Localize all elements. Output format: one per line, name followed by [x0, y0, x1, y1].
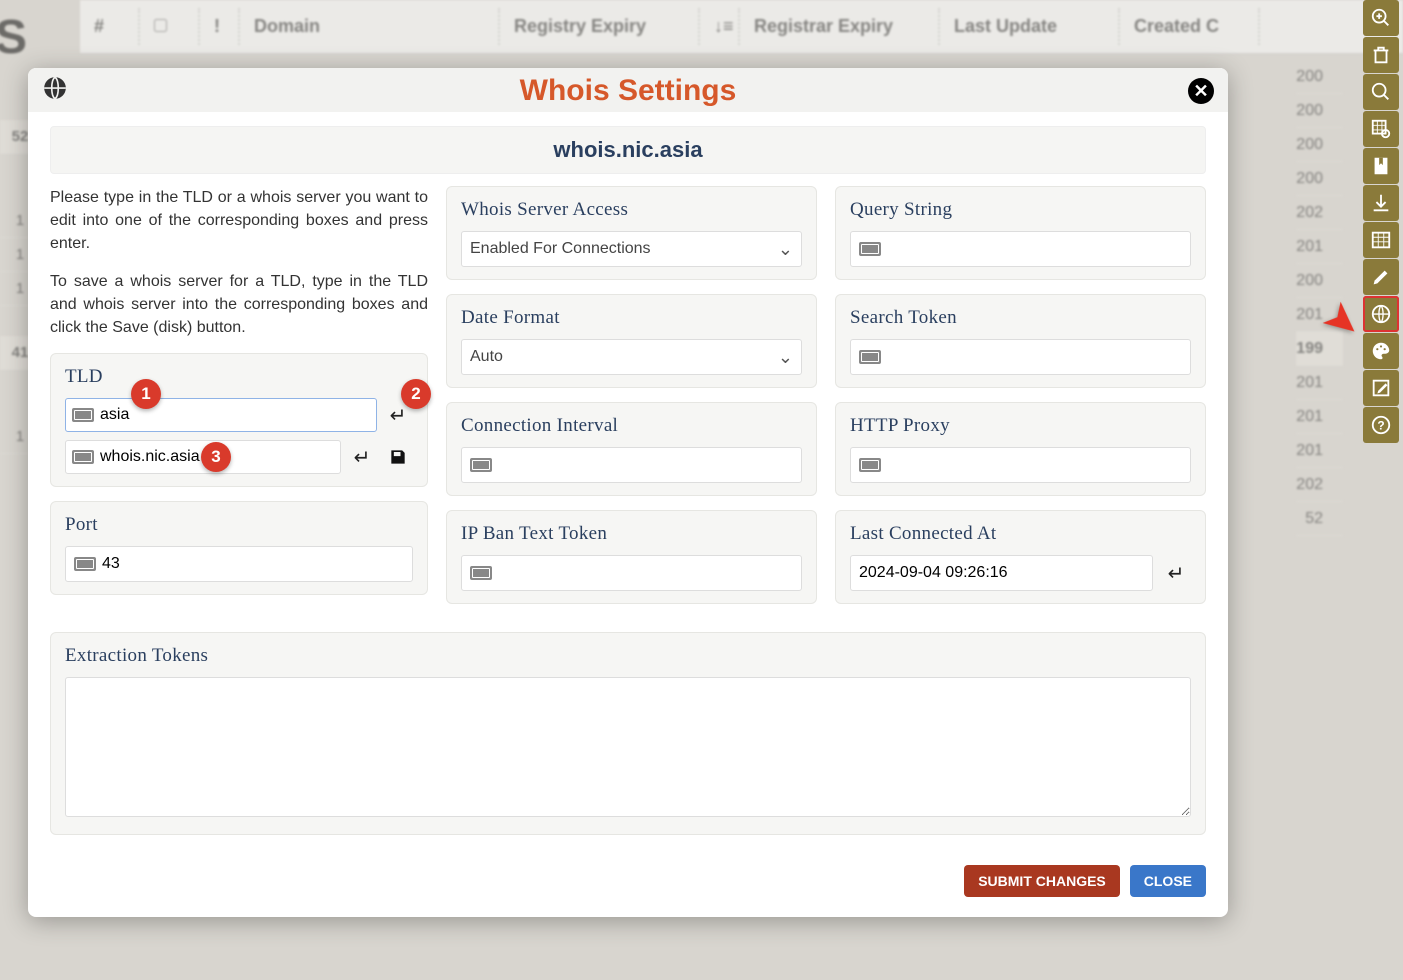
col-last-update: Last Update — [940, 8, 1120, 45]
chevron-down-icon: ⌄ — [778, 239, 793, 260]
date-format-select[interactable]: Auto ⌄ — [461, 339, 802, 375]
table-row: 201 — [1296, 230, 1343, 264]
background-table: S # ! Domain Registry Expiry ↓≡ Registra… — [0, 0, 1403, 54]
query-string-label: Query String — [850, 199, 1191, 221]
help-icon[interactable]: ? — [1363, 407, 1399, 443]
connection-interval-input[interactable] — [498, 456, 793, 474]
port-input[interactable] — [102, 555, 404, 573]
http-proxy-input-wrap[interactable] — [850, 447, 1191, 483]
modal-title: Whois Settings — [68, 74, 1188, 108]
col-bang: ! — [200, 8, 240, 45]
whois-access-select[interactable]: Enabled For Connections ⌄ — [461, 231, 802, 267]
tld-label: TLD — [65, 366, 413, 388]
table-row: 200 — [1296, 264, 1343, 298]
ip-ban-token-input-wrap[interactable] — [461, 555, 802, 591]
right-toolbar: ? — [1363, 0, 1403, 444]
trash-icon[interactable] — [1363, 37, 1399, 73]
col-created: Created C — [1120, 8, 1260, 45]
last-connected-input-wrap[interactable] — [850, 555, 1153, 591]
query-string-input-wrap[interactable] — [850, 231, 1191, 267]
search-icon[interactable] — [1363, 74, 1399, 110]
keyboard-icon — [859, 350, 881, 364]
modal-globe-icon — [42, 75, 68, 108]
table-row: 201 — [1296, 366, 1343, 400]
table-row: 201 — [1296, 400, 1343, 434]
col-num: # — [80, 8, 140, 45]
pencil-icon[interactable] — [1363, 259, 1399, 295]
last-connected-enter-button[interactable]: ↵ — [1161, 558, 1191, 588]
col-checkbox — [140, 8, 200, 45]
chevron-down-icon: ⌄ — [778, 347, 793, 368]
grid-search-icon[interactable] — [1363, 111, 1399, 147]
col-registrar-expiry: Registrar Expiry — [740, 8, 940, 45]
keyboard-icon — [74, 557, 96, 571]
col-registry-expiry: Registry Expiry — [500, 8, 700, 45]
download-icon[interactable] — [1363, 185, 1399, 221]
app-logo: S — [0, 10, 27, 65]
connection-interval-input-wrap[interactable] — [461, 447, 802, 483]
query-string-input[interactable] — [887, 240, 1182, 258]
close-button[interactable]: CLOSE — [1130, 865, 1206, 897]
table-row: 202 — [1296, 468, 1343, 502]
tld-input-wrap[interactable] — [65, 398, 377, 432]
whois-enter-button[interactable]: ↵ — [347, 442, 377, 472]
ip-ban-token-input[interactable] — [498, 564, 793, 582]
whois-settings-modal: Whois Settings ✕ whois.nic.asia Please t… — [28, 68, 1228, 917]
search-token-input-wrap[interactable] — [850, 339, 1191, 375]
last-connected-label: Last Connected At — [850, 523, 1191, 545]
intro-text-1: Please type in the TLD or a whois server… — [50, 186, 428, 256]
keyboard-icon — [72, 408, 94, 422]
table-row: 201 — [1296, 434, 1343, 468]
table-row: 200 — [1296, 94, 1343, 128]
keyboard-icon — [859, 242, 881, 256]
svg-text:?: ? — [1377, 419, 1384, 433]
zoom-in-icon[interactable] — [1363, 0, 1399, 36]
port-label: Port — [65, 514, 413, 536]
search-token-input[interactable] — [887, 348, 1182, 366]
last-connected-input[interactable] — [859, 564, 1144, 582]
annotation-badge-1: 1 — [131, 379, 161, 409]
date-format-value: Auto — [470, 348, 503, 366]
keyboard-icon — [470, 458, 492, 472]
whois-access-label: Whois Server Access — [461, 199, 802, 221]
select-all-checkbox[interactable] — [154, 19, 167, 32]
tld-input[interactable] — [100, 406, 370, 424]
col-domain: Domain — [240, 8, 500, 45]
table-row: 202 — [1296, 196, 1343, 230]
extraction-tokens-label: Extraction Tokens — [65, 645, 1191, 667]
whois-access-value: Enabled For Connections — [470, 240, 651, 258]
annotation-badge-2: 2 — [401, 379, 431, 409]
http-proxy-input[interactable] — [887, 456, 1182, 474]
table-row: 200 — [1296, 162, 1343, 196]
bookmark-icon[interactable] — [1363, 148, 1399, 184]
col-sort[interactable]: ↓≡ — [700, 8, 740, 45]
table-icon[interactable] — [1363, 222, 1399, 258]
table-row: 200 — [1296, 60, 1343, 94]
palette-icon[interactable] — [1363, 333, 1399, 369]
port-input-wrap[interactable] — [65, 546, 413, 582]
ip-ban-token-label: IP Ban Text Token — [461, 523, 802, 545]
save-button[interactable] — [383, 442, 413, 472]
keyboard-icon — [859, 458, 881, 472]
date-format-label: Date Format — [461, 307, 802, 329]
extraction-tokens-textarea[interactable] — [65, 677, 1191, 817]
keyboard-icon — [72, 450, 94, 464]
modal-close-button[interactable]: ✕ — [1188, 78, 1214, 104]
subtitle-server-name: whois.nic.asia — [50, 126, 1206, 174]
connection-interval-label: Connection Interval — [461, 415, 802, 437]
keyboard-icon — [470, 566, 492, 580]
table-row: 200 — [1296, 128, 1343, 162]
submit-changes-button[interactable]: SUBMIT CHANGES — [964, 865, 1120, 897]
table-row: 52 — [1296, 502, 1343, 536]
intro-text-2: To save a whois server for a TLD, type i… — [50, 270, 428, 340]
annotation-badge-3: 3 — [201, 442, 231, 472]
http-proxy-label: HTTP Proxy — [850, 415, 1191, 437]
search-token-label: Search Token — [850, 307, 1191, 329]
edit-box-icon[interactable] — [1363, 370, 1399, 406]
